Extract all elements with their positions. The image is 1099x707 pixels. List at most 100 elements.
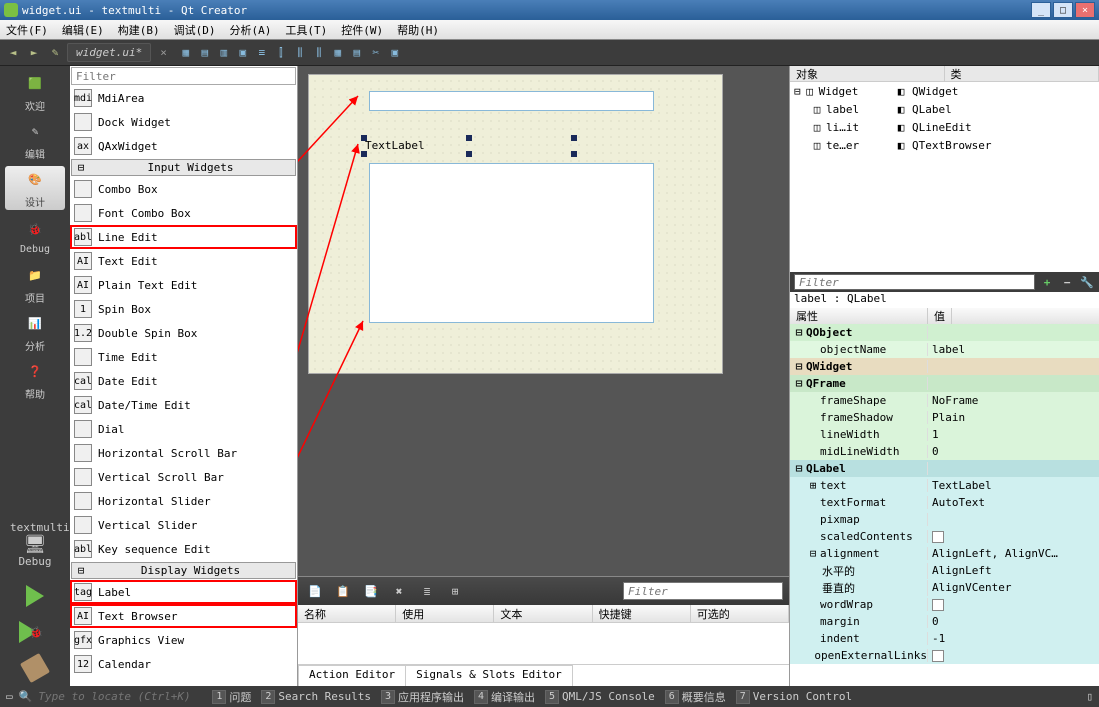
adjust-size-icon[interactable]: ▣ bbox=[387, 45, 403, 61]
widgetbox-item[interactable]: calDate Edit bbox=[70, 369, 297, 393]
sidebar-toggle-icon[interactable]: ▯ bbox=[1086, 690, 1093, 703]
widgetbox-item[interactable]: tagLabel bbox=[70, 580, 297, 604]
prop-row[interactable]: 水平的AlignLeft bbox=[790, 562, 1099, 579]
debug-button[interactable]: 🐞 bbox=[15, 616, 55, 648]
file-tab[interactable]: widget.ui* bbox=[67, 43, 151, 62]
prop-row[interactable]: ⊞textTextLabel bbox=[790, 477, 1099, 494]
mode-bug[interactable]: 🐞Debug bbox=[5, 214, 65, 258]
edit-buddies-icon[interactable]: ▥ bbox=[216, 45, 232, 61]
paste-action-icon[interactable]: 📑 bbox=[360, 580, 382, 602]
widgetbox-item[interactable]: Font Combo Box bbox=[70, 201, 297, 225]
widgetbox-item[interactable]: AIText Edit bbox=[70, 249, 297, 273]
close-tab-icon[interactable]: × bbox=[160, 46, 167, 59]
selection-handle[interactable] bbox=[361, 135, 367, 141]
widgetbox-item[interactable]: axQAxWidget bbox=[70, 134, 297, 158]
object-row[interactable]: ⊟◫Widget◧QWidget bbox=[790, 82, 1099, 100]
forward-icon[interactable]: ► bbox=[25, 44, 43, 62]
prop-category[interactable]: ⊟QLabel bbox=[790, 460, 1099, 477]
output-tab[interactable]: 4编译输出 bbox=[470, 688, 539, 706]
action-column[interactable]: 名称 bbox=[298, 605, 396, 622]
widgetbox-item[interactable]: Time Edit bbox=[70, 345, 297, 369]
copy-action-icon[interactable]: 📋 bbox=[332, 580, 354, 602]
menu-item[interactable]: 帮助(H) bbox=[397, 22, 439, 38]
menu-item[interactable]: 工具(T) bbox=[285, 22, 327, 38]
action-list[interactable] bbox=[298, 623, 789, 664]
mode-design[interactable]: 🎨设计 bbox=[5, 166, 65, 210]
widgetbox-item[interactable]: Combo Box bbox=[70, 177, 297, 201]
action-column[interactable]: 文本 bbox=[494, 605, 592, 622]
action-column[interactable]: 快捷键 bbox=[593, 605, 691, 622]
menu-item[interactable]: 构建(B) bbox=[118, 22, 160, 38]
prop-row[interactable]: frameShadowPlain bbox=[790, 409, 1099, 426]
selection-handle[interactable] bbox=[466, 135, 472, 141]
action-column[interactable]: 使用 bbox=[396, 605, 494, 622]
property-filter[interactable] bbox=[794, 274, 1035, 290]
widgetbox-item[interactable]: calDate/Time Edit bbox=[70, 393, 297, 417]
run-button[interactable] bbox=[15, 580, 55, 612]
action-tab[interactable]: Action Editor bbox=[298, 665, 406, 686]
object-tree[interactable]: ⊟◫Widget◧QWidget◫label◧QLabel◫li…it◧QLin… bbox=[790, 82, 1099, 272]
build-button[interactable] bbox=[15, 652, 55, 684]
property-table[interactable]: ⊟QObjectobjectNamelabel⊟QWidget⊟QFramefr… bbox=[790, 324, 1099, 686]
widgetbox-item[interactable]: mdiMdiArea bbox=[70, 86, 297, 110]
widgetbox-item[interactable]: Horizontal Scroll Bar bbox=[70, 441, 297, 465]
layout-form-icon[interactable]: ▤ bbox=[349, 45, 365, 61]
minimize-button[interactable]: _ bbox=[1031, 2, 1051, 18]
textbrowser-widget[interactable] bbox=[369, 163, 654, 323]
output-tab[interactable]: 5QML/JS Console bbox=[541, 688, 659, 706]
widgetbox-item[interactable]: ablLine Edit bbox=[70, 225, 297, 249]
widgetbox-filter[interactable] bbox=[71, 67, 296, 85]
prop-row[interactable]: openExternalLinks bbox=[790, 647, 1099, 664]
output-tab[interactable]: 3应用程序输出 bbox=[377, 688, 468, 706]
object-row[interactable]: ◫li…it◧QLineEdit bbox=[790, 118, 1099, 136]
prop-row[interactable]: 垂直的AlignVCenter bbox=[790, 579, 1099, 596]
back-icon[interactable]: ◄ bbox=[4, 44, 22, 62]
widgetbox-item[interactable]: AIPlain Text Edit bbox=[70, 273, 297, 297]
edit-signals-icon[interactable]: ▤ bbox=[197, 45, 213, 61]
output-tab[interactable]: 2Search Results bbox=[257, 688, 375, 706]
form-canvas[interactable]: TextLabel bbox=[298, 66, 789, 576]
edit-widgets-icon[interactable]: ▦ bbox=[178, 45, 194, 61]
prop-row[interactable]: ⊟alignmentAlignLeft, AlignVC… bbox=[790, 545, 1099, 562]
object-row[interactable]: ◫label◧QLabel bbox=[790, 100, 1099, 118]
mode-qt[interactable]: 🟩欢迎 bbox=[5, 70, 65, 114]
layout-v-icon[interactable]: ⫿ bbox=[273, 45, 289, 61]
break-layout-icon[interactable]: ✂ bbox=[368, 45, 384, 61]
widgetbox-item[interactable]: Vertical Scroll Bar bbox=[70, 465, 297, 489]
locator-input[interactable] bbox=[38, 690, 198, 703]
list-view-icon[interactable]: ≣ bbox=[416, 580, 438, 602]
widgetbox-item[interactable]: gfxGraphics View bbox=[70, 628, 297, 652]
build-target[interactable]: textmulti 🖥 Debug bbox=[6, 517, 64, 572]
form-widget[interactable]: TextLabel bbox=[308, 74, 723, 374]
layout-vsplit-icon[interactable]: ⫼ bbox=[311, 45, 327, 61]
widgetbox-category[interactable]: ⊟Display Widgets bbox=[71, 562, 296, 579]
add-prop-icon[interactable]: + bbox=[1039, 274, 1055, 290]
layout-hsplit-icon[interactable]: ⫼ bbox=[292, 45, 308, 61]
icon-view-icon[interactable]: ⊞ bbox=[444, 580, 466, 602]
prop-row[interactable]: scaledContents bbox=[790, 528, 1099, 545]
menu-item[interactable]: 编辑(E) bbox=[62, 22, 104, 38]
widgetbox-item[interactable]: AIText Browser bbox=[70, 604, 297, 628]
new-action-icon[interactable]: 📄 bbox=[304, 580, 326, 602]
mode-analysis[interactable]: 📊分析 bbox=[5, 310, 65, 354]
action-filter[interactable] bbox=[623, 582, 783, 600]
menu-item[interactable]: 控件(W) bbox=[341, 22, 383, 38]
widgetbox-item[interactable]: 12Calendar bbox=[70, 652, 297, 676]
prop-row[interactable]: margin0 bbox=[790, 613, 1099, 630]
output-tab[interactable]: 6概要信息 bbox=[661, 688, 730, 706]
widgetbox-item[interactable]: 1.2Double Spin Box bbox=[70, 321, 297, 345]
prop-row[interactable]: midLineWidth0 bbox=[790, 443, 1099, 460]
prop-category[interactable]: ⊟QFrame bbox=[790, 375, 1099, 392]
prop-row[interactable]: lineWidth1 bbox=[790, 426, 1099, 443]
prop-row[interactable]: indent-1 bbox=[790, 630, 1099, 647]
widgetbox-item[interactable]: Horizontal Slider bbox=[70, 489, 297, 513]
prop-row[interactable]: frameShapeNoFrame bbox=[790, 392, 1099, 409]
lineedit-widget[interactable] bbox=[369, 91, 654, 111]
edit-taborder-icon[interactable]: ▣ bbox=[235, 45, 251, 61]
layout-grid-icon[interactable]: ▦ bbox=[330, 45, 346, 61]
action-tab[interactable]: Signals & Slots Editor bbox=[405, 665, 573, 686]
layout-h-icon[interactable]: ≡ bbox=[254, 45, 270, 61]
selection-handle[interactable] bbox=[361, 151, 367, 157]
open-docs-icon[interactable]: ✎ bbox=[46, 44, 64, 62]
close-button[interactable]: × bbox=[1075, 2, 1095, 18]
